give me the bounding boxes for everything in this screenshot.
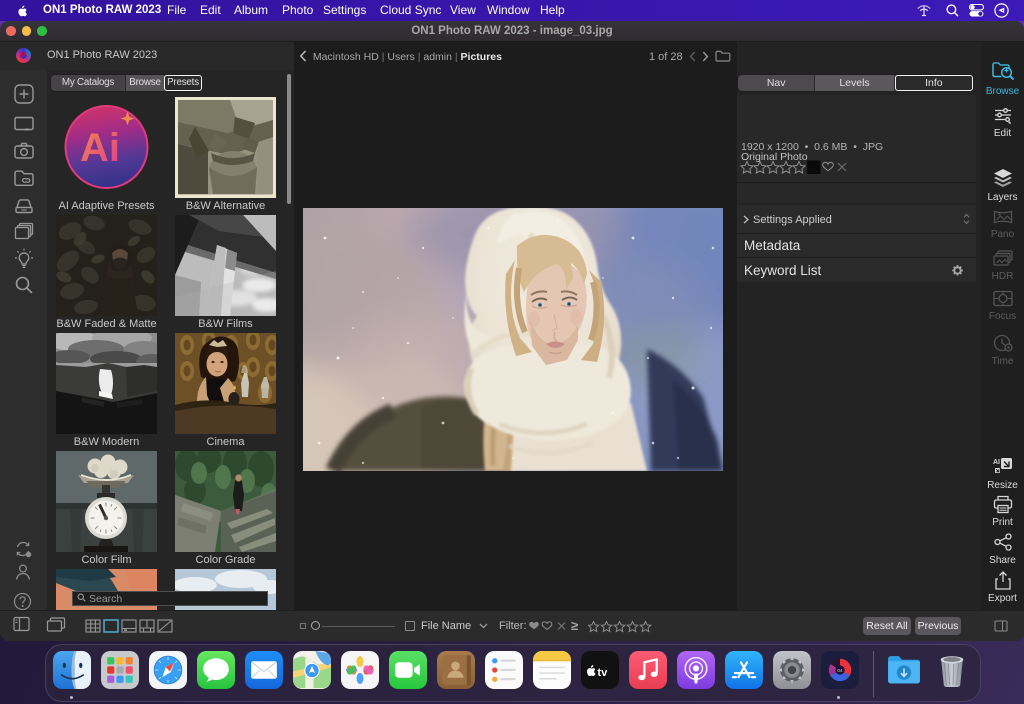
svg-text:04: 04 bbox=[837, 668, 843, 673]
svg-text:tv: tv bbox=[597, 667, 608, 679]
svg-text:AI: AI bbox=[993, 459, 1000, 466]
svg-text:Ai: Ai bbox=[80, 126, 120, 170]
